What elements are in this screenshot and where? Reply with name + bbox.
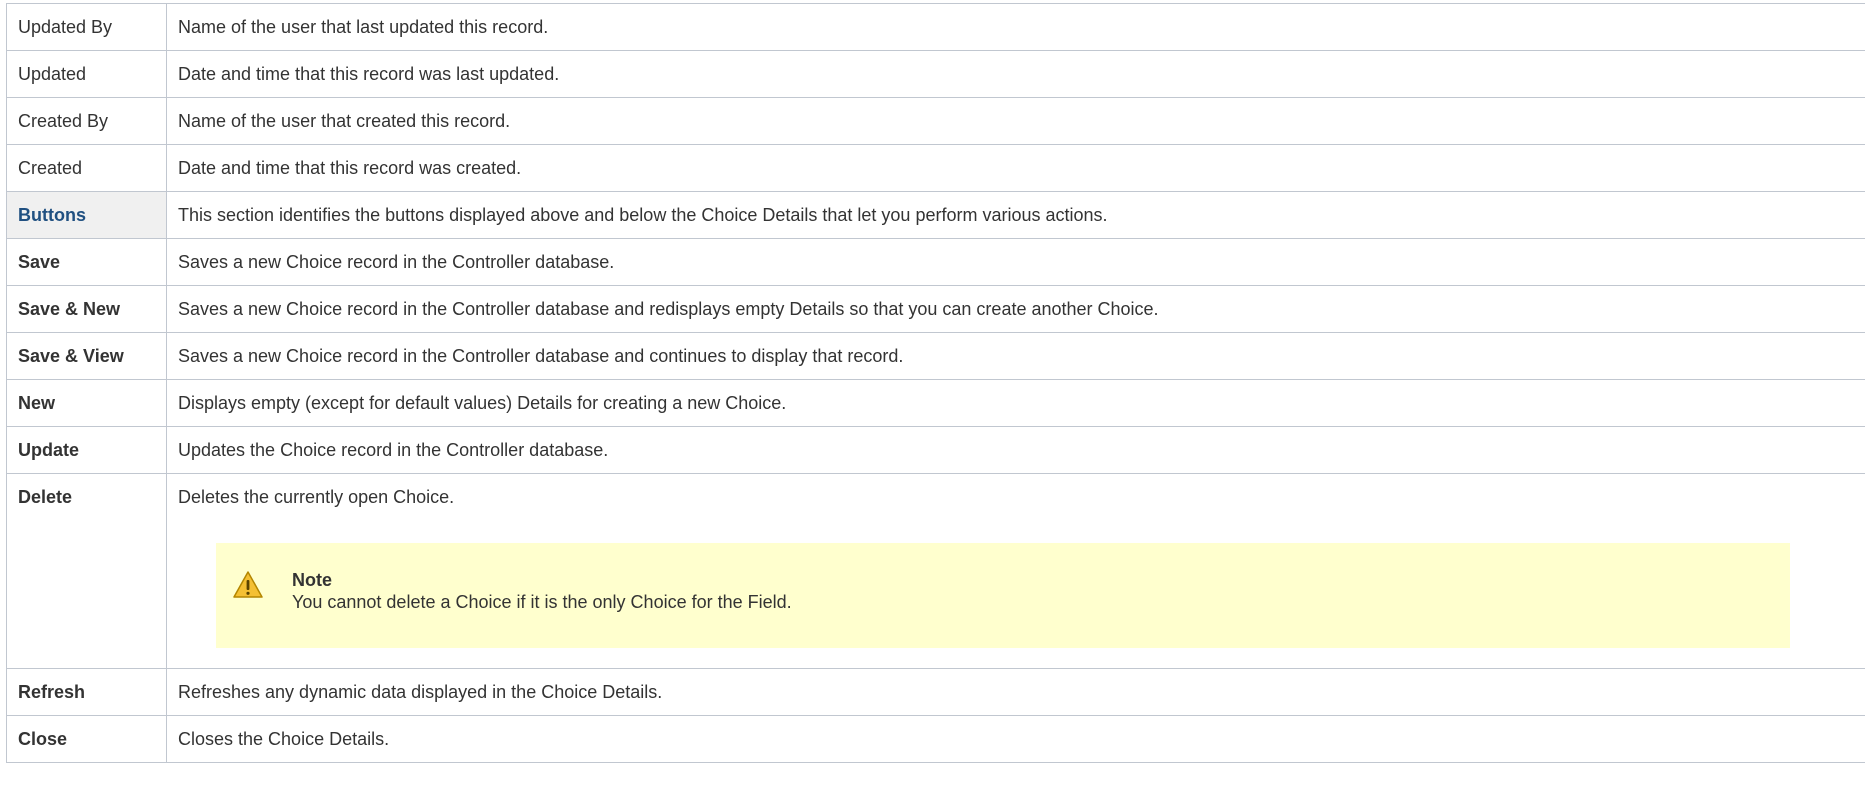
table-row: Updated Date and time that this record w… — [6, 50, 1865, 98]
table-row: Refresh Refreshes any dynamic data displ… — [6, 668, 1865, 716]
table-row: Save Saves a new Choice record in the Co… — [6, 238, 1865, 286]
button-description: Updates the Choice record in the Control… — [166, 426, 1865, 474]
button-name-delete: Delete — [6, 473, 167, 669]
button-description: Refreshes any dynamic data displayed in … — [166, 668, 1865, 716]
table-row: Created Date and time that this record w… — [6, 144, 1865, 192]
section-description: This section identifies the buttons disp… — [166, 191, 1865, 239]
table-row: Save & View Saves a new Choice record in… — [6, 332, 1865, 380]
button-description: Saves a new Choice record in the Control… — [166, 238, 1865, 286]
field-name: Created — [6, 144, 167, 192]
field-name: Created By — [6, 97, 167, 145]
section-header-buttons: Buttons — [6, 191, 167, 239]
note-body: Note You cannot delete a Choice if it is… — [292, 569, 792, 613]
field-name: Updated By — [6, 3, 167, 51]
field-description-table: Updated By Name of the user that last up… — [6, 3, 1865, 763]
button-name-close: Close — [6, 715, 167, 763]
table-row: Update Updates the Choice record in the … — [6, 426, 1865, 474]
note-title: Note — [292, 570, 332, 590]
button-name-refresh: Refresh — [6, 668, 167, 716]
section-header-row: Buttons This section identifies the butt… — [6, 191, 1865, 239]
table-row: Save & New Saves a new Choice record in … — [6, 285, 1865, 333]
field-description: Name of the user that last updated this … — [166, 3, 1865, 51]
button-description: Saves a new Choice record in the Control… — [166, 332, 1865, 380]
button-name-save-new: Save & New — [6, 285, 167, 333]
table-row: New Displays empty (except for default v… — [6, 379, 1865, 427]
button-name-save: Save — [6, 238, 167, 286]
button-description: Deletes the currently open Choice. — [178, 487, 455, 507]
table-row: Close Closes the Choice Details. — [6, 715, 1865, 763]
button-description: Saves a new Choice record in the Control… — [166, 285, 1865, 333]
field-description: Name of the user that created this recor… — [166, 97, 1865, 145]
table-row: Created By Name of the user that created… — [6, 97, 1865, 145]
button-name-update: Update — [6, 426, 167, 474]
table-row: Updated By Name of the user that last up… — [6, 3, 1865, 51]
button-description-cell: Deletes the currently open Choice. Note … — [166, 473, 1865, 669]
table-row: Delete Deletes the currently open Choice… — [6, 473, 1865, 669]
field-name: Updated — [6, 50, 167, 98]
button-name-save-view: Save & View — [6, 332, 167, 380]
field-description: Date and time that this record was last … — [166, 50, 1865, 98]
warning-icon — [232, 569, 264, 601]
note-panel: Note You cannot delete a Choice if it is… — [216, 543, 1790, 648]
field-description: Date and time that this record was creat… — [166, 144, 1865, 192]
note-text: You cannot delete a Choice if it is the … — [292, 592, 792, 612]
button-name-new: New — [6, 379, 167, 427]
button-description: Closes the Choice Details. — [166, 715, 1865, 763]
button-description: Displays empty (except for default value… — [166, 379, 1865, 427]
